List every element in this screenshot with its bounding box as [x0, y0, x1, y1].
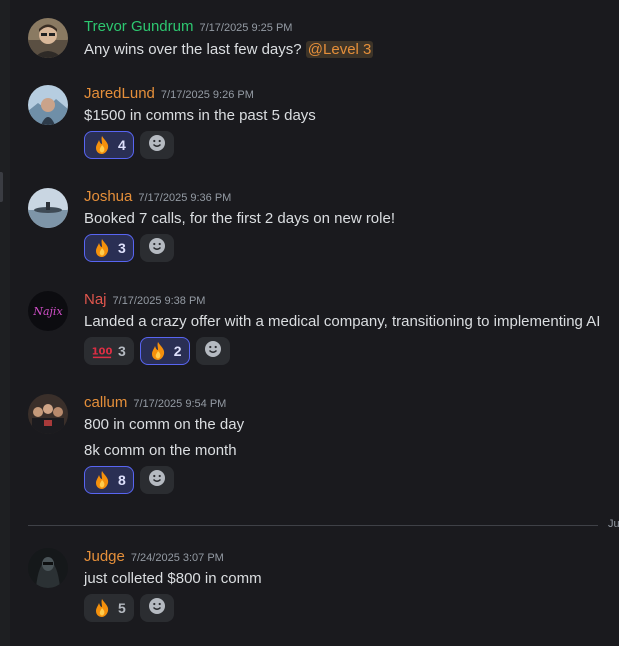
- fire-icon: [92, 598, 112, 618]
- date-divider-label: Ju: [608, 518, 619, 530]
- reaction-fire[interactable]: 4: [84, 131, 134, 159]
- smile-plus-icon: [148, 597, 166, 620]
- reaction-count: 2: [173, 343, 182, 359]
- avatar[interactable]: [28, 548, 68, 588]
- reaction-bar: 100 3 2: [84, 337, 230, 365]
- author-name[interactable]: Trevor Gundrum: [84, 18, 193, 35]
- top-date-fragment: J: [610, 0, 616, 2]
- smile-plus-icon: [148, 237, 166, 260]
- reaction-fire[interactable]: 3: [84, 234, 134, 262]
- avatar[interactable]: [28, 394, 68, 434]
- smile-plus-icon: [148, 134, 166, 157]
- timestamp: 7/24/2025 3:07 PM: [130, 552, 224, 564]
- author-name[interactable]: JaredLund: [84, 85, 155, 102]
- author-name[interactable]: Naj: [84, 291, 107, 308]
- message: callum 7/17/2025 9:54 PM 800 in comm on t…: [28, 394, 619, 498]
- avatar[interactable]: Najix: [28, 291, 68, 331]
- timestamp: 7/17/2025 9:26 PM: [160, 89, 254, 101]
- message-header: Judge 7/24/2025 3:07 PM: [84, 548, 224, 568]
- reaction-fire[interactable]: 2: [139, 337, 190, 365]
- add-reaction-button[interactable]: [139, 594, 174, 622]
- message-header: JaredLund 7/17/2025 9:26 PM: [84, 85, 254, 105]
- hundred-icon: 100: [92, 341, 112, 361]
- message-line: Any wins over the last few days?: [84, 41, 302, 58]
- scroll-indicator: [0, 172, 3, 202]
- timestamp: 7/17/2025 9:36 PM: [138, 192, 232, 204]
- message-line: 8k comm on the month: [84, 442, 237, 459]
- reaction-hundred[interactable]: 100 3: [84, 337, 134, 365]
- message-line: $1500 in comms in the past 5 days: [84, 107, 316, 124]
- smile-plus-icon: [148, 469, 166, 492]
- message-header: Joshua 7/17/2025 9:36 PM: [84, 188, 231, 208]
- avatar[interactable]: [28, 85, 68, 125]
- message: Najix Naj 7/17/2025 9:38 PM Landed a craz…: [28, 291, 619, 371]
- message: Trevor Gundrum 7/17/2025 9:25 PM Any wins…: [28, 18, 619, 63]
- reaction-count: 3: [118, 343, 126, 359]
- fire-icon: [148, 341, 168, 361]
- add-reaction-button[interactable]: [139, 466, 174, 494]
- message-line: Landed a crazy offer with a medical comp…: [84, 313, 601, 330]
- message: Joshua 7/17/2025 9:36 PM Booked 7 calls, …: [28, 188, 619, 268]
- timestamp: 7/17/2025 9:38 PM: [112, 295, 206, 307]
- fire-icon: [92, 238, 112, 258]
- reaction-fire[interactable]: 5: [84, 594, 134, 622]
- reaction-bar: 4: [84, 131, 174, 159]
- avatar-logo-text: Najix: [32, 305, 63, 318]
- timestamp: 7/17/2025 9:54 PM: [133, 398, 227, 410]
- svg-text:100: 100: [92, 347, 112, 358]
- message-line: just colleted $800 in comm: [84, 570, 262, 587]
- left-panel-edge: [0, 0, 10, 646]
- smile-plus-icon: [204, 340, 222, 363]
- reaction-count: 8: [118, 472, 126, 488]
- message-header: Trevor Gundrum 7/17/2025 9:25 PM: [84, 18, 292, 38]
- add-reaction-button[interactable]: [195, 337, 230, 365]
- message: JaredLund 7/17/2025 9:26 PM $1500 in comm…: [28, 85, 619, 165]
- reaction-count: 3: [118, 240, 126, 256]
- author-name[interactable]: callum: [84, 394, 127, 411]
- author-name[interactable]: Judge: [84, 548, 125, 565]
- reaction-bar: 3: [84, 234, 174, 262]
- fire-icon: [92, 470, 112, 490]
- message-text: Any wins over the last few days? @Level …: [84, 41, 374, 58]
- timestamp: 7/17/2025 9:25 PM: [199, 22, 293, 34]
- message-line: 800 in comm on the day: [84, 416, 245, 433]
- message-line: Booked 7 calls, for the first 2 days on …: [84, 210, 395, 227]
- add-reaction-button[interactable]: [139, 131, 174, 159]
- fire-icon: [92, 135, 112, 155]
- reaction-bar: 5: [84, 594, 174, 622]
- reaction-count: 4: [118, 137, 126, 153]
- message-header: callum 7/17/2025 9:54 PM: [84, 394, 226, 414]
- reaction-fire[interactable]: 8: [84, 466, 134, 494]
- date-divider: [28, 525, 598, 526]
- avatar[interactable]: [28, 18, 68, 58]
- message: Judge 7/24/2025 3:07 PM just colleted $80…: [28, 548, 619, 628]
- avatar[interactable]: [28, 188, 68, 228]
- add-reaction-button[interactable]: [139, 234, 174, 262]
- reaction-count: 5: [118, 600, 126, 616]
- author-name[interactable]: Joshua: [84, 188, 132, 205]
- reaction-bar: 8: [84, 466, 174, 494]
- message-header: Naj 7/17/2025 9:38 PM: [84, 291, 205, 311]
- role-mention[interactable]: @Level 3: [305, 41, 374, 58]
